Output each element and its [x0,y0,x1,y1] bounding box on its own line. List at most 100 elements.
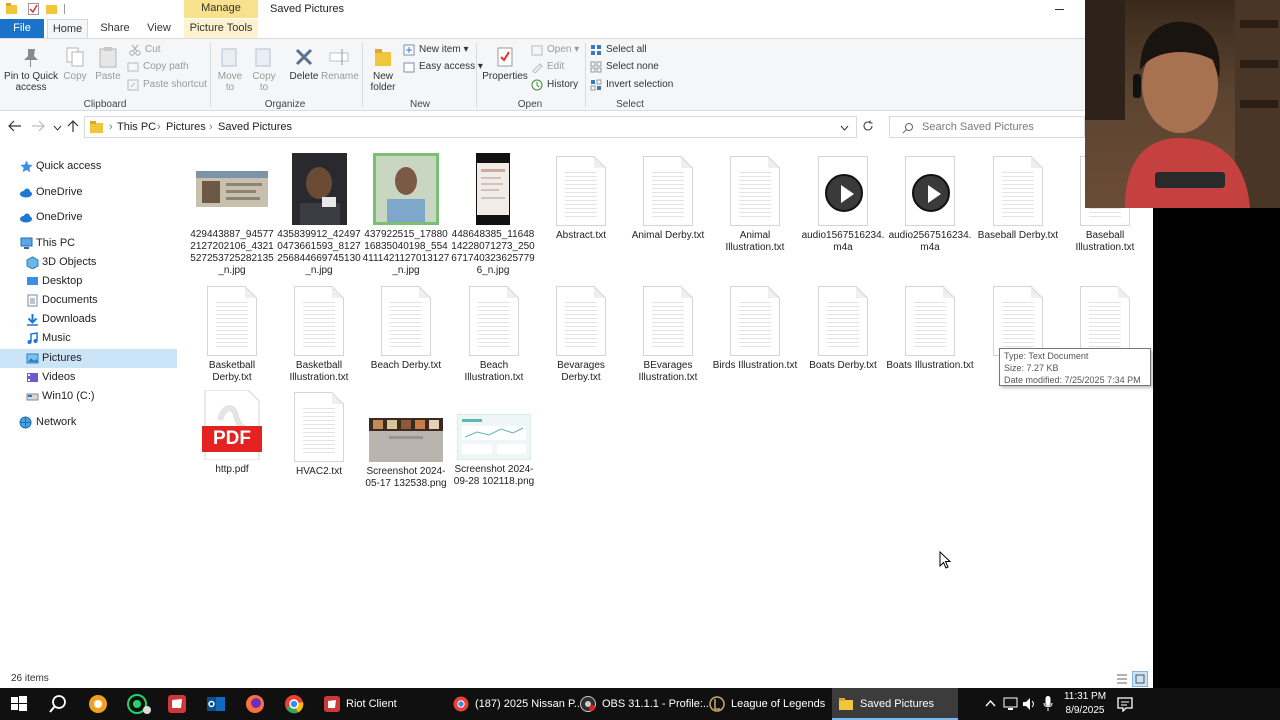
notifications-icon[interactable] [1117,696,1133,715]
file-item-boats-derby[interactable]: Boats Derby.txt [799,286,887,372]
file-item-abstract[interactable]: Abstract.txt [537,156,625,242]
file-item-screenshot-1[interactable]: Screenshot 2024-05-17 132538.png [362,418,450,490]
nav-item-music[interactable]: Music [0,329,178,348]
rename-button[interactable]: Rename [321,46,359,82]
microphone-icon[interactable] [1043,696,1053,715]
manage-contextual-tab[interactable]: Manage [184,0,258,18]
taskbar-app-league-of-legends[interactable]: League of Legends [703,688,825,720]
file-item-basketball-derby[interactable]: Basketball Derby.txt [188,286,276,384]
select-none-button[interactable]: Select none [590,59,659,75]
pin-to-quick-access-button[interactable]: Pin to Quick access [4,46,58,93]
taskbar-app-riot-client[interactable]: Riot Client [318,688,436,720]
up-arrow-icon[interactable] [67,120,79,136]
file-item-animal-derby[interactable]: Animal Derby.txt [624,156,712,242]
back-arrow-icon[interactable] [8,120,22,135]
search-icon[interactable] [48,694,68,714]
tab-picture-tools[interactable]: Picture Tools [184,19,258,38]
minimize-button[interactable] [1051,0,1069,18]
file-item-jpg-1[interactable]: 429443887_945772127202106_43215272537252… [188,153,276,277]
file-item-http-pdf[interactable]: PDF http.pdf [188,389,276,476]
tab-share[interactable]: Share [96,19,134,38]
history-button[interactable]: History [531,77,578,93]
paste-shortcut-button[interactable]: Paste shortcut [127,77,207,93]
invert-selection-button[interactable]: Invert selection [590,77,673,93]
network-tray-icon[interactable] [1003,697,1018,714]
nav-item-quick-access[interactable]: Quick access [0,157,178,176]
firefox-icon[interactable] [245,694,265,714]
forward-arrow-icon[interactable] [31,120,45,135]
nav-item-network[interactable]: Network [0,413,178,432]
properties-button[interactable]: Properties [482,46,528,82]
file-item-text-21[interactable] [974,286,1062,356]
tray-chevron-up-icon[interactable] [985,698,996,710]
file-item-beach-illustration[interactable]: Beach Illustration.txt [450,286,538,384]
outlook-icon[interactable] [206,694,226,714]
whatsapp-icon[interactable] [127,694,151,714]
nav-item-videos[interactable]: Videos [0,368,178,387]
cut-button[interactable]: Cut [129,42,161,58]
nav-item-win10-c[interactable]: Win10 (C:) [0,387,178,406]
easy-access-button[interactable]: Easy access ▾ [403,59,483,75]
taskbar-app-saved-pictures[interactable]: Saved Pictures [832,688,958,720]
breadcrumb-pictures[interactable]: Pictures [166,121,206,133]
search-input[interactable]: Search Saved Pictures [889,116,1085,138]
file-item-hvac2[interactable]: HVAC2.txt [275,392,363,478]
file-item-audio-2[interactable]: audio2567516234.m4a [886,156,974,254]
breadcrumb-saved-pictures[interactable]: Saved Pictures [218,121,292,133]
new-item-button[interactable]: New item ▾ [403,42,469,58]
paste-button[interactable]: Paste [93,46,123,82]
details-view-icon[interactable] [1116,673,1128,685]
tab-file[interactable]: File [0,19,44,38]
file-item-bevarages-illustration[interactable]: BEvarages Illustration.txt [624,286,712,384]
copy-button[interactable]: Copy [61,46,89,82]
delete-button[interactable]: Delete [287,46,321,82]
file-item-animal-illustration[interactable]: Animal Illustration.txt [711,156,799,254]
nav-item-this-pc[interactable]: This PC [0,234,178,253]
large-icons-view-icon[interactable] [1132,671,1148,687]
file-item-jpg-4[interactable]: 448648385_1164814228071273_2506717403236… [449,153,537,277]
volume-icon[interactable] [1022,697,1037,714]
open-button[interactable]: Open ▾ [531,42,579,58]
properties-check-icon[interactable] [28,3,39,15]
nav-item-downloads[interactable]: Downloads [0,310,178,329]
file-item-beach-derby[interactable]: Beach Derby.txt [362,286,450,372]
nav-item-documents[interactable]: Documents [0,291,178,310]
recent-locations-chevron-icon[interactable] [53,122,62,134]
easy-access-label: Easy access [419,61,476,72]
breadcrumb-this-pc[interactable]: This PC [117,121,156,133]
file-item-boats-illustration[interactable]: Boats Illustration.txt [886,286,974,372]
taskbar-app-obs[interactable]: OBS 31.1.1 - Profile:... [574,688,712,720]
new-folder-button[interactable]: New folder [366,46,400,93]
tab-home[interactable]: Home [47,19,88,38]
move-to-button[interactable]: Move to [214,46,246,93]
nav-item-pictures[interactable]: Pictures [0,349,177,368]
riot-client-icon[interactable] [167,694,187,714]
app-icon-orange[interactable] [88,694,108,714]
edit-button[interactable]: Edit [531,59,564,75]
file-item-baseball-derby[interactable]: Baseball Derby.txt [974,156,1062,242]
nav-item-desktop[interactable]: Desktop [0,272,178,291]
new-folder-icon[interactable] [46,3,57,15]
select-all-button[interactable]: Select all [590,42,647,58]
file-item-basketball-illustration[interactable]: Basketball Illustration.txt [275,286,363,384]
copy-to-button[interactable]: Copy to [248,46,280,93]
tab-view[interactable]: View [142,19,176,38]
file-item-jpg-2[interactable]: 435839912_424970473661593_81272568446697… [275,153,363,277]
chrome-icon[interactable] [284,694,304,714]
taskbar-clock[interactable]: 11:31 PM 8/9/2025 [1062,690,1108,718]
file-item-bevarages-derby[interactable]: Bevarages Derby.txt [537,286,625,384]
nav-item-onedrive-1[interactable]: OneDrive [0,183,178,202]
file-item-screenshot-2[interactable]: Screenshot 2024-09-28 102118.png [450,413,538,488]
address-bar[interactable]: › This PC › Pictures › Saved Pictures [84,116,857,138]
windows-start-icon[interactable] [9,694,29,714]
nav-item-onedrive-2[interactable]: OneDrive [0,208,178,227]
file-item-jpg-3[interactable]: 437922515_1788016835040198_5544111421127… [362,153,450,277]
file-item-audio-1[interactable]: audio1567516234.m4a [799,156,887,254]
copy-path-button[interactable]: Copy path [127,59,189,75]
taskbar-app-chrome[interactable]: (187) 2025 Nissan P... [447,688,583,720]
address-dropdown-chevron-icon[interactable] [840,125,849,131]
file-item-birds-illustration[interactable]: Birds Illustration.txt [711,286,799,372]
refresh-icon[interactable] [862,120,874,135]
nav-item-3d-objects[interactable]: 3D Objects [0,253,178,272]
file-item-text-22[interactable] [1061,286,1149,356]
